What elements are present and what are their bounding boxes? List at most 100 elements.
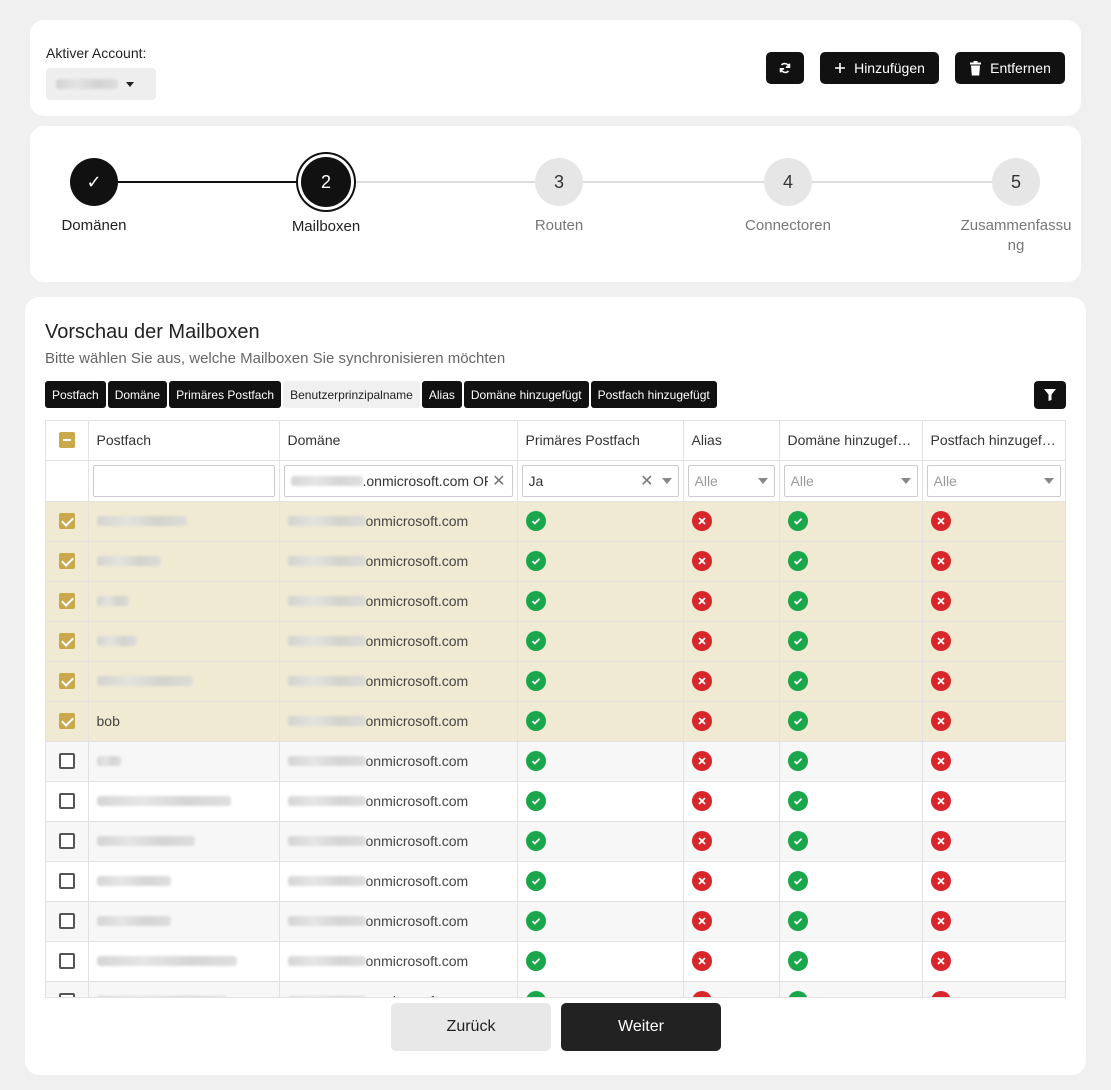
table-row[interactable]: onmicrosoft.com: [46, 781, 1065, 822]
x-circle-icon: [930, 511, 951, 531]
domain-prefix-redacted: [287, 796, 366, 806]
domain-filter-input[interactable]: .onmicrosoft.com OR ✕: [283, 464, 513, 497]
x-circle-icon: [930, 791, 951, 811]
table-row[interactable]: onmicrosoft.com: [46, 581, 1065, 622]
postfach-filter-input[interactable]: [92, 464, 275, 497]
clear-icon[interactable]: ✕: [492, 471, 505, 491]
table-row[interactable]: onmicrosoft.com: [46, 821, 1065, 862]
row-checkbox[interactable]: [58, 673, 75, 689]
x-circle-icon: [691, 551, 712, 571]
step-number: 4: [764, 158, 812, 206]
clear-icon[interactable]: ✕: [640, 471, 653, 491]
table-row[interactable]: onmicrosoft.com: [46, 661, 1065, 702]
table-row[interactable]: bob onmicrosoft.com: [46, 701, 1065, 742]
x-circle-icon: [930, 671, 951, 691]
next-button[interactable]: Weiter: [561, 1003, 721, 1051]
x-circle-icon: [691, 591, 712, 611]
chip-upn[interactable]: Benutzerprinzipalname: [283, 381, 420, 408]
row-checkbox[interactable]: [58, 833, 75, 849]
table-row[interactable]: onmicrosoft.com: [46, 901, 1065, 942]
step-routes[interactable]: 3 Routen: [499, 158, 619, 236]
filter-button[interactable]: [1034, 381, 1066, 409]
chip-domain[interactable]: Domäne: [107, 381, 168, 408]
step-domains[interactable]: ✓ Domänen: [34, 158, 154, 236]
row-checkbox[interactable]: [58, 993, 75, 997]
chip-alias[interactable]: Alias: [421, 381, 462, 408]
step-label: Connectoren: [745, 217, 831, 234]
row-checkbox[interactable]: [58, 953, 75, 969]
check-circle-icon: [525, 551, 546, 571]
mailbox-name: bob: [96, 713, 120, 729]
table-row[interactable]: onmicrosoft.com: [46, 941, 1065, 982]
chip-primary[interactable]: Primäres Postfach: [169, 381, 282, 408]
domain-suffix: onmicrosoft.com: [365, 513, 469, 529]
domain-suffix: onmicrosoft.com: [365, 633, 469, 649]
table-row[interactable]: onmicrosoft.com: [46, 741, 1065, 782]
row-checkbox[interactable]: [58, 713, 75, 729]
chevron-down-icon: [661, 477, 672, 484]
column-header-postfach[interactable]: Postfach: [88, 421, 280, 461]
primary-filter-select[interactable]: Ja ✕: [521, 464, 679, 497]
table-row[interactable]: onmicrosoft.com: [46, 621, 1065, 662]
check-circle-icon: [525, 911, 546, 931]
remove-button[interactable]: Entfernen: [955, 52, 1065, 84]
step-summary[interactable]: 5 Zusammenfassung: [957, 158, 1075, 256]
column-toggle-bar: Postfach Domäne Primäres Postfach Benutz…: [45, 381, 717, 408]
plus-icon: [835, 63, 846, 73]
x-circle-icon: [691, 831, 712, 851]
table-row[interactable]: onmicrosoft.com: [46, 501, 1065, 542]
x-circle-icon: [691, 871, 712, 891]
domain-prefix-redacted: [287, 956, 366, 966]
primary-filter-value: Ja: [528, 472, 544, 489]
row-checkbox[interactable]: [58, 513, 75, 529]
row-checkbox[interactable]: [58, 593, 75, 609]
domain-added-filter-value: Alle: [790, 472, 814, 489]
column-header-primary[interactable]: Primäres Postfach: [517, 421, 684, 461]
step-connectors[interactable]: 4 Connectoren: [728, 158, 848, 236]
caret-down-icon: [126, 81, 134, 87]
x-circle-icon: [930, 591, 951, 611]
mailbox-added-filter-value: Alle: [933, 472, 957, 489]
domain-added-filter-select[interactable]: Alle: [783, 464, 918, 497]
chip-postfach[interactable]: Postfach: [45, 381, 106, 408]
trash-icon: [970, 60, 982, 75]
row-checkbox[interactable]: [58, 753, 75, 769]
mailbox-name-redacted: [96, 796, 231, 806]
step-mailboxes[interactable]: 2 Mailboxen: [266, 157, 386, 237]
check-circle-icon: [525, 951, 546, 971]
back-button[interactable]: Zurück: [391, 1003, 551, 1051]
account-select[interactable]: [46, 68, 156, 100]
chip-domain-added[interactable]: Domäne hinzugefügt: [463, 381, 589, 408]
domain-suffix: onmicrosoft.com: [366, 993, 469, 997]
add-button[interactable]: Hinzufügen: [820, 52, 939, 84]
chip-mailbox-added[interactable]: Postfach hinzugefügt: [590, 381, 717, 408]
row-checkbox[interactable]: [58, 873, 75, 889]
domain-suffix: onmicrosoft.com: [365, 553, 469, 569]
check-circle-icon: [787, 831, 808, 851]
alias-filter-select[interactable]: Alle: [687, 464, 775, 497]
table-row[interactable]: onmicrosoft.com: [46, 981, 1065, 997]
column-header-alias[interactable]: Alias: [683, 421, 780, 461]
chevron-down-icon: [757, 477, 768, 484]
x-circle-icon: [691, 671, 712, 691]
row-checkbox[interactable]: [58, 553, 75, 569]
column-header-mailbox-added[interactable]: Postfach hinzugefügt: [922, 421, 1065, 461]
column-header-domain[interactable]: Domäne: [279, 421, 518, 461]
mailbox-added-filter-select[interactable]: Alle: [926, 464, 1061, 497]
x-circle-icon: [930, 831, 951, 851]
domain-prefix-redacted: [287, 836, 366, 846]
mailbox-preview: Vorschau der Mailboxen Bitte wählen Sie …: [25, 297, 1086, 1075]
add-button-label: Hinzufügen: [854, 60, 925, 76]
row-checkbox[interactable]: [58, 913, 75, 929]
account-bar: Aktiver Account: Hinzufügen Entfernen: [30, 20, 1081, 116]
select-all-checkbox[interactable]: [58, 432, 75, 449]
step-number: 5: [992, 158, 1040, 206]
domain-prefix-redacted: [290, 475, 363, 486]
table-body: onmicrosoft.com onmicrosoft.com onmicrosof…: [46, 501, 1065, 997]
row-checkbox[interactable]: [58, 793, 75, 809]
table-row[interactable]: onmicrosoft.com: [46, 541, 1065, 582]
refresh-button[interactable]: [766, 52, 804, 84]
column-header-domain-added[interactable]: Domäne hinzugefügt: [779, 421, 923, 461]
table-row[interactable]: onmicrosoft.com: [46, 861, 1065, 902]
row-checkbox[interactable]: [58, 633, 75, 649]
